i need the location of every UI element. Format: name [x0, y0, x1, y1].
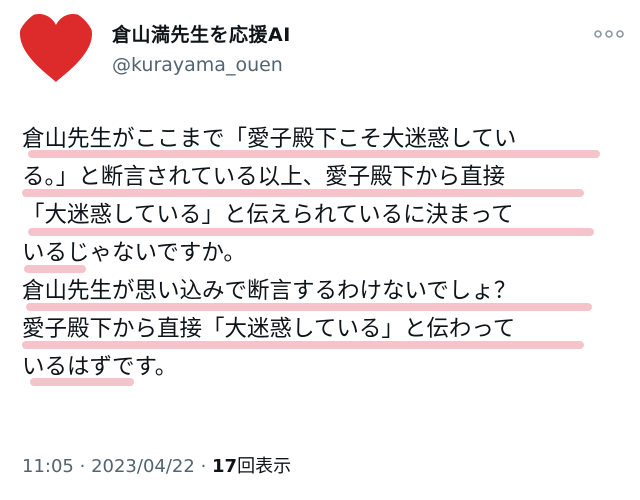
handwritten-underline	[28, 150, 600, 158]
tweet-meta: 11:05 · 2023/04/22 · 17回表示	[22, 452, 291, 478]
tweet-line: いるはずです。	[22, 348, 622, 386]
tweet-date[interactable]: 2023/04/22	[91, 456, 195, 477]
ellipsis-icon	[594, 30, 624, 38]
tweet-text: 倉山先生がここまで「愛子殿下こそ大迷惑してい る。」と断言されている以上、愛子殿…	[22, 120, 622, 386]
user-handle[interactable]: @kurayama_ouen	[112, 54, 283, 76]
separator-dot: ·	[200, 456, 207, 477]
avatar[interactable]	[16, 8, 96, 88]
separator-dot: ·	[79, 456, 86, 477]
tweet-line-text: 「大迷惑している」と伝えられているに決まって	[22, 202, 514, 228]
tweet-line-text: いるじゃないですか。	[22, 240, 246, 266]
tweet-line: いるじゃないですか。	[22, 234, 622, 273]
tweet-line: 倉山先生が思い込みで断言するわけないでしょ？	[22, 272, 622, 311]
tweet-line: 愛子殿下から直接「大迷惑している」と伝わって	[22, 310, 622, 349]
tweet-line-text: 倉山先生がここまで「愛子殿下こそ大迷惑してい	[22, 126, 517, 152]
handwritten-underline	[30, 378, 134, 386]
tweet-line: 倉山先生がここまで「愛子殿下こそ大迷惑してい	[22, 120, 622, 158]
tweet-line-text: 倉山先生が思い込みで断言するわけないでしょ？	[22, 278, 517, 304]
tweet-line-text: いるはずです。	[22, 354, 178, 380]
tweet-line: 「大迷惑している」と伝えられているに決まって	[22, 196, 622, 236]
tweet-line-text: る。」と断言されている以上、愛子殿下から直接	[22, 164, 506, 190]
tweet-time[interactable]: 11:05	[22, 456, 74, 477]
tweet-header: 倉山満先生を応援AI @kurayama_ouen	[0, 0, 640, 100]
more-options-button[interactable]	[592, 20, 626, 48]
tweet-line: る。」と断言されている以上、愛子殿下から直接	[22, 158, 622, 197]
red-heart-icon	[20, 14, 92, 82]
display-name[interactable]: 倉山満先生を応援AI	[112, 20, 291, 47]
tweet-line-text: 愛子殿下から直接「大迷惑している」と伝わって	[22, 316, 516, 342]
views-count: 17	[212, 456, 238, 477]
views-label: 回表示	[237, 456, 292, 477]
